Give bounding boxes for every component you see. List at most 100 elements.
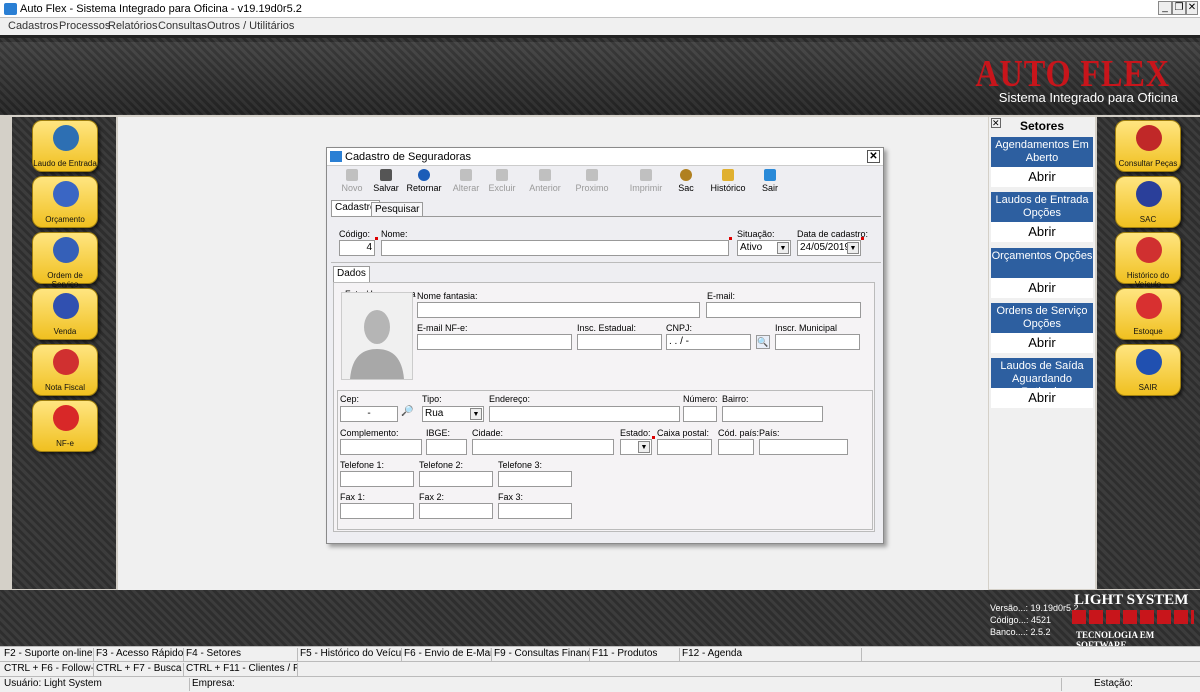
setor-card-orcamentos[interactable]: Orçamentos Opções Abrir (991, 248, 1093, 298)
novo-button[interactable]: Novo (337, 168, 367, 196)
cep-search-icon[interactable]: 🔎 (400, 406, 415, 422)
tab-dados[interactable]: Dados (333, 266, 370, 282)
exit-icon (1136, 349, 1162, 375)
historico-toolbar-button[interactable]: Histórico (709, 168, 747, 196)
email-nfe-field[interactable] (417, 334, 572, 350)
im-field[interactable] (775, 334, 860, 350)
menu-consultas[interactable]: Consultas (158, 20, 207, 32)
fkey-f2[interactable]: F2 - Suporte on-line (4, 648, 94, 661)
venda-button[interactable]: Venda (32, 288, 98, 340)
complemento-field[interactable] (340, 439, 422, 455)
fantasia-field[interactable] (417, 302, 700, 318)
alterar-button[interactable]: Alterar (451, 168, 481, 196)
cnpj-search-icon[interactable]: 🔍 (756, 335, 770, 349)
laudo-entrada-button[interactable]: Laudo de Entrada (32, 120, 98, 172)
excluir-button[interactable]: Excluir (487, 168, 517, 196)
restore-button[interactable]: ❐ (1172, 1, 1186, 15)
cod-pais-field[interactable] (718, 439, 754, 455)
email-field[interactable] (706, 302, 861, 318)
caixa-postal-field[interactable] (657, 439, 712, 455)
ctrl-f7[interactable]: CTRL + F7 - Busca CEI (96, 663, 184, 676)
foto-box[interactable] (341, 292, 413, 380)
menu-outros[interactable]: Outros / Utilitários (207, 20, 294, 32)
cnpj-field[interactable]: . . / - (666, 334, 751, 350)
fkey-f11[interactable]: F11 - Produtos (592, 648, 680, 661)
setor-card-agendamentos[interactable]: Agendamentos Em Aberto Abrir (991, 137, 1093, 187)
nome-label: Nome: (381, 229, 408, 239)
setor-card-laudos-saida[interactable]: Laudos de Saída Aguardando Retirada Abri… (991, 358, 1093, 408)
close-window-button[interactable]: ✕ (1186, 1, 1198, 15)
orcamento-button[interactable]: Orçamento (32, 176, 98, 228)
setor-card-laudos-entrada[interactable]: Laudos de Entrada Opções Abrir (991, 192, 1093, 242)
cep-field[interactable]: - (340, 406, 398, 422)
sair-toolbar-button[interactable]: Sair (757, 168, 783, 196)
telefone2-field[interactable] (419, 471, 493, 487)
proximo-button[interactable]: Proximo (575, 168, 609, 196)
ctrl-f6[interactable]: CTRL + F6 - Follow-up (4, 663, 94, 676)
abrir-button[interactable]: Abrir (991, 278, 1093, 298)
abrir-button[interactable]: Abrir (991, 388, 1093, 408)
abrir-button[interactable]: Abrir (991, 222, 1093, 242)
nome-field[interactable] (381, 240, 729, 256)
menu-cadastros[interactable]: Cadastros (8, 20, 58, 32)
consultar-pecas-button[interactable]: Consultar Peças (1115, 120, 1181, 172)
estoque-button[interactable]: Estoque (1115, 288, 1181, 340)
estado-select[interactable]: ▼ (620, 439, 652, 455)
ordem-servico-button[interactable]: Ordem de Serviço (32, 232, 98, 289)
abrir-button[interactable]: Abrir (991, 333, 1093, 353)
imprimir-button[interactable]: Imprimir (629, 168, 663, 196)
fkey-f4[interactable]: F4 - Setores (186, 648, 298, 661)
cadastro-seguradoras-dialog: Cadastro de Seguradoras ✕ Novo Salvar Re… (326, 147, 884, 544)
status-empresa: Empresa: (192, 678, 1062, 691)
folder-icon (722, 169, 734, 181)
endereco-field[interactable] (489, 406, 680, 422)
telefone3-field[interactable] (498, 471, 572, 487)
menu-processos[interactable]: Processos (59, 20, 110, 32)
fkey-f6[interactable]: F6 - Envio de E-Mail (404, 648, 492, 661)
right-sidebar: Consultar Peças SAC Histórico do Veículo… (1097, 117, 1200, 589)
codigo-field[interactable]: 4 (339, 240, 375, 256)
vehicle-history-icon (1136, 237, 1162, 263)
salvar-button[interactable]: Salvar (371, 168, 401, 196)
historico-veiculo-button[interactable]: Histórico do Veículo (1115, 232, 1181, 289)
setor-card-ordens-servico[interactable]: Ordens de Serviço Opções Abrir (991, 303, 1093, 353)
sair-app-button[interactable]: SAIR (1115, 344, 1181, 396)
telefone1-field[interactable] (340, 471, 414, 487)
complemento-label: Complemento: (340, 428, 399, 438)
caixa-postal-label: Caixa postal: (657, 428, 710, 438)
pais-field[interactable] (759, 439, 848, 455)
ctrlkey-bar: CTRL + F6 - Follow-up CTRL + F7 - Busca … (0, 661, 1200, 676)
numero-field[interactable] (683, 406, 717, 422)
menu-relatorios[interactable]: Relatórios (108, 20, 158, 32)
person-silhouette-icon (342, 293, 412, 379)
fax2-field[interactable] (419, 503, 493, 519)
abrir-button[interactable]: Abrir (991, 167, 1093, 187)
ctrl-f11[interactable]: CTRL + F11 - Clientes / Forn (186, 663, 298, 676)
fax3-field[interactable] (498, 503, 572, 519)
nota-fiscal-button[interactable]: Nota Fiscal (32, 344, 98, 396)
situacao-select[interactable]: Ativo ▼ (737, 240, 791, 256)
cidade-field[interactable] (472, 439, 614, 455)
anterior-button[interactable]: Anterior (527, 168, 563, 196)
fkey-f3[interactable]: F3 - Acesso Rápido (96, 648, 184, 661)
ie-field[interactable] (577, 334, 662, 350)
nfe-button[interactable]: NF-e (32, 400, 98, 452)
fkey-f12[interactable]: F12 - Agenda (682, 648, 862, 661)
minimize-button[interactable]: _ (1158, 1, 1172, 15)
tipo-select[interactable]: Rua ▼ (422, 406, 484, 422)
retornar-button[interactable]: Retornar (405, 168, 443, 196)
cep-label: Cep: (340, 394, 360, 404)
status-usuario: Usuário: Light System (4, 678, 190, 691)
data-cadastro-field[interactable]: 24/05/2019 ▼ (797, 240, 861, 256)
sac-toolbar-button[interactable]: Sac (673, 168, 699, 196)
dialog-close-button[interactable]: ✕ (867, 150, 880, 163)
tab-pesquisar[interactable]: Pesquisar (371, 202, 424, 216)
bairro-field[interactable] (722, 406, 823, 422)
fkey-f5[interactable]: F5 - Histórico do Veículo (300, 648, 402, 661)
fax1-field[interactable] (340, 503, 414, 519)
delete-icon (496, 169, 508, 181)
window-title: Auto Flex - Sistema Integrado para Ofici… (20, 3, 302, 15)
ibge-field[interactable] (426, 439, 467, 455)
fkey-f9[interactable]: F9 - Consultas Financeir (494, 648, 590, 661)
sac-button[interactable]: SAC (1115, 176, 1181, 228)
